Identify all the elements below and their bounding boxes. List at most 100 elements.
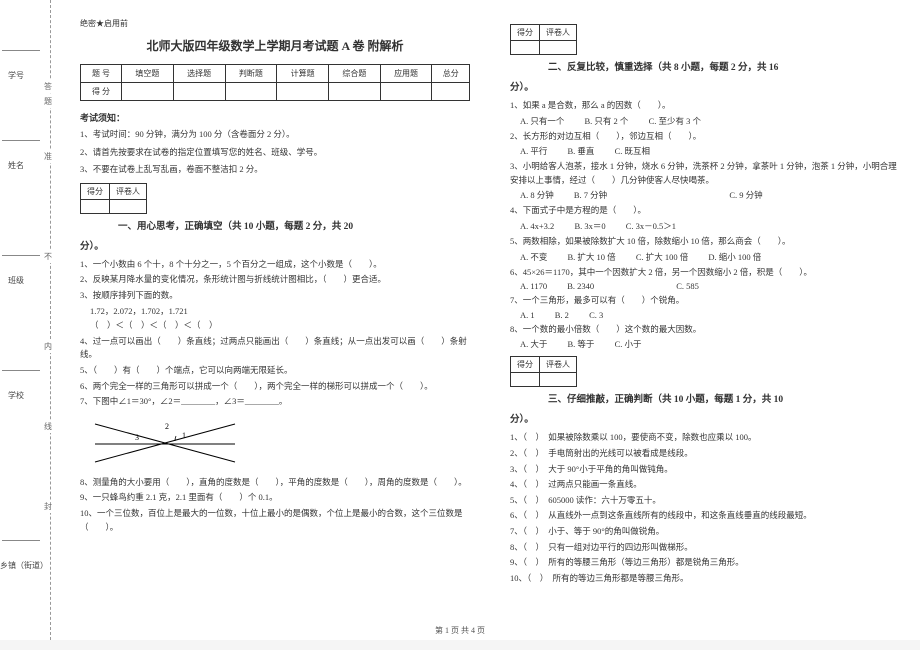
score-row2-head: 得 分 <box>81 83 122 101</box>
svg-text:2: 2 <box>165 422 169 431</box>
field-school <box>2 370 40 371</box>
opt: A. 只有一个 <box>520 115 564 127</box>
exam-title: 北师大版四年级数学上学期月考试题 A 卷 附解析 <box>80 37 470 54</box>
score-head-7: 总分 <box>432 65 470 83</box>
label-town: 乡镇（街道） <box>0 560 48 571</box>
s3-q4: 4、（ ） 过两点只能画一条直线。 <box>510 478 900 492</box>
notice-title: 考试须知： <box>80 111 470 124</box>
s3-q6: 6、（ ） 从直线外一点到这条直线所有的线段中，和这条直线垂直的线段最短。 <box>510 509 900 523</box>
s1-q10: 10、一个三位数，百位上是最大的一位数，十位上最小的是偶数，个位上是最小的合数，… <box>80 507 470 534</box>
binding-char-7: 封 <box>44 500 52 513</box>
binding-margin: 学号 姓名 班级 学校 乡镇（街道） 答 题 准 不 内 线 封 <box>0 0 60 640</box>
opt: B. 2340 <box>567 281 594 291</box>
mini-blank <box>81 199 110 213</box>
score-cell <box>380 83 432 101</box>
s2-q1-opts: A. 只有一个 B. 只有 2 个 C. 至少有 3 个 <box>520 115 900 127</box>
svg-text:1: 1 <box>182 431 186 440</box>
s2-q8: 8、一个数的最小倍数（ ）这个数的最大因数。 <box>510 323 900 337</box>
s3-q8: 8、（ ） 只有一组对边平行的四边形叫做梯形。 <box>510 541 900 555</box>
field-town <box>2 540 40 541</box>
field-name <box>2 140 40 141</box>
left-column: 绝密★启用前 北师大版四年级数学上学期月考试题 A 卷 附解析 题 号 填空题 … <box>60 0 490 640</box>
mini-c2: 评卷人 <box>540 357 577 373</box>
binding-char-6: 线 <box>44 420 52 433</box>
score-cell <box>122 83 174 101</box>
score-head-2: 选择题 <box>173 65 225 83</box>
opt: B. 7 分钟 <box>574 189 607 201</box>
s3-q10: 10、（ ） 所有的等边三角形都是等腰三角形。 <box>510 572 900 586</box>
mini-blank <box>110 199 147 213</box>
section2-tail: 分）。 <box>510 79 900 93</box>
page-footer: 第 1 页 共 4 页 <box>0 625 920 636</box>
opt: A. 8 分钟 <box>520 189 554 201</box>
opt: A. 不变 <box>520 251 547 263</box>
s1-q7: 7、下图中∠1＝30°，∠2＝________，∠3＝________。 <box>80 395 470 409</box>
mini-c1: 得分 <box>511 357 540 373</box>
opt: C. 小于 <box>615 338 642 350</box>
s2-q3-opts: A. 8 分钟 B. 7 分钟 C. 9 分钟 <box>520 189 900 201</box>
score-cell <box>328 83 380 101</box>
exam-paper: 学号 姓名 班级 学校 乡镇（街道） 答 题 准 不 内 线 封 绝密★启用前 … <box>0 0 920 640</box>
score-head-0: 题 号 <box>81 65 122 83</box>
notice-item: 1、考试时间：90 分钟，满分为 100 分（含卷面分 2 分）。 <box>80 128 470 142</box>
s2-q7: 7、一个三角形，最多可以有（ ）个锐角。 <box>510 294 900 308</box>
section2-heading: 二、反复比较，慎重选择（共 8 小题，每题 2 分，共 16 <box>510 59 900 73</box>
mini-score-table: 得分评卷人 <box>80 183 147 214</box>
angle-diagram: 3 1 2 <box>90 414 240 469</box>
opt: B. 扩大 10 倍 <box>568 251 616 263</box>
mini-blank <box>511 41 540 55</box>
opt: C. 9 分钟 <box>729 189 762 201</box>
s1-q6: 6、两个完全一样的三角形可以拼成一个（ ），两个完全一样的梯形可以拼成一个（ ）… <box>80 380 470 394</box>
s3-q5: 5、（ ） 605000 读作：六十万零五十。 <box>510 494 900 508</box>
score-head-5: 综合题 <box>328 65 380 83</box>
s1-q5: 5、（ ）有（ ）个端点，它可以向两端无限延长。 <box>80 364 470 378</box>
s2-q7-opts: A. 1 B. 2 C. 3 <box>520 310 900 320</box>
section3-tail: 分）。 <box>510 411 900 425</box>
section1-tail: 分）。 <box>80 238 470 252</box>
secret-mark: 绝密★启用前 <box>80 18 470 29</box>
mini-c1: 得分 <box>511 25 540 41</box>
opt: C. 585 <box>676 281 699 291</box>
table-row: 得 分 <box>81 83 470 101</box>
mini-c1: 得分 <box>81 183 110 199</box>
s3-q3: 3、（ ） 大于 90°小于平角的角叫做钝角。 <box>510 463 900 477</box>
section3-heading: 三、仔细推敲，正确判断（共 10 小题，每题 1 分，共 10 <box>510 391 900 405</box>
mini-blank <box>540 41 577 55</box>
label-class: 班级 <box>8 275 24 286</box>
svg-text:3: 3 <box>135 433 139 442</box>
mini-c2: 评卷人 <box>540 25 577 41</box>
opt: B. 2 <box>555 310 569 320</box>
opt: B. 垂直 <box>568 145 595 157</box>
mini-score-table-3: 得分评卷人 <box>510 356 577 387</box>
s2-q5: 5、两数相除，如果被除数扩大 10 倍，除数缩小 10 倍，那么商会（ ）。 <box>510 235 900 249</box>
label-name: 姓名 <box>8 160 24 171</box>
score-head-6: 应用题 <box>380 65 432 83</box>
s3-q9: 9、（ ） 所有的等腰三角形（等边三角形）都是锐角三角形。 <box>510 556 900 570</box>
opt: A. 4x+3.2 <box>520 221 554 231</box>
s2-q8-opts: A. 大于 B. 等于 C. 小于 <box>520 338 900 350</box>
s1-q2: 2、反映某月降水量的变化情况，条形统计图与折线统计图相比，（ ）更合适。 <box>80 273 470 287</box>
opt: A. 1170 <box>520 281 547 291</box>
score-head-1: 填空题 <box>122 65 174 83</box>
s3-q2: 2、（ ） 手电筒射出的光线可以被看成是线段。 <box>510 447 900 461</box>
score-cell <box>277 83 329 101</box>
mini-c2: 评卷人 <box>110 183 147 199</box>
s2-q4: 4、下面式子中是方程的是（ ）。 <box>510 204 900 218</box>
s3-q7: 7、（ ） 小于、等于 90°的角叫做锐角。 <box>510 525 900 539</box>
s1-q3-blank: （ ）＜（ ）＜（ ）＜（ ） <box>90 319 470 333</box>
score-cell <box>225 83 277 101</box>
mini-score-table-2: 得分评卷人 <box>510 24 577 55</box>
opt: D. 缩小 100 倍 <box>708 251 761 263</box>
binding-char-2: 题 <box>44 95 52 108</box>
field-student-id <box>2 50 40 51</box>
opt: A. 大于 <box>520 338 547 350</box>
score-head-4: 计算题 <box>277 65 329 83</box>
s1-q9: 9、一只蜂鸟约重 2.1 克，2.1 里面有（ ）个 0.1。 <box>80 491 470 505</box>
opt: A. 平行 <box>520 145 547 157</box>
score-head-3: 判断题 <box>225 65 277 83</box>
binding-char-3: 准 <box>44 150 52 163</box>
s1-q3-nums: 1.72，2.072，1.702，1.721 <box>90 305 470 319</box>
label-student-id: 学号 <box>8 70 24 81</box>
opt: B. 等于 <box>568 338 595 350</box>
s3-q1: 1、（ ） 如果被除数乘以 100，要使商不变，除数也应乘以 100。 <box>510 431 900 445</box>
